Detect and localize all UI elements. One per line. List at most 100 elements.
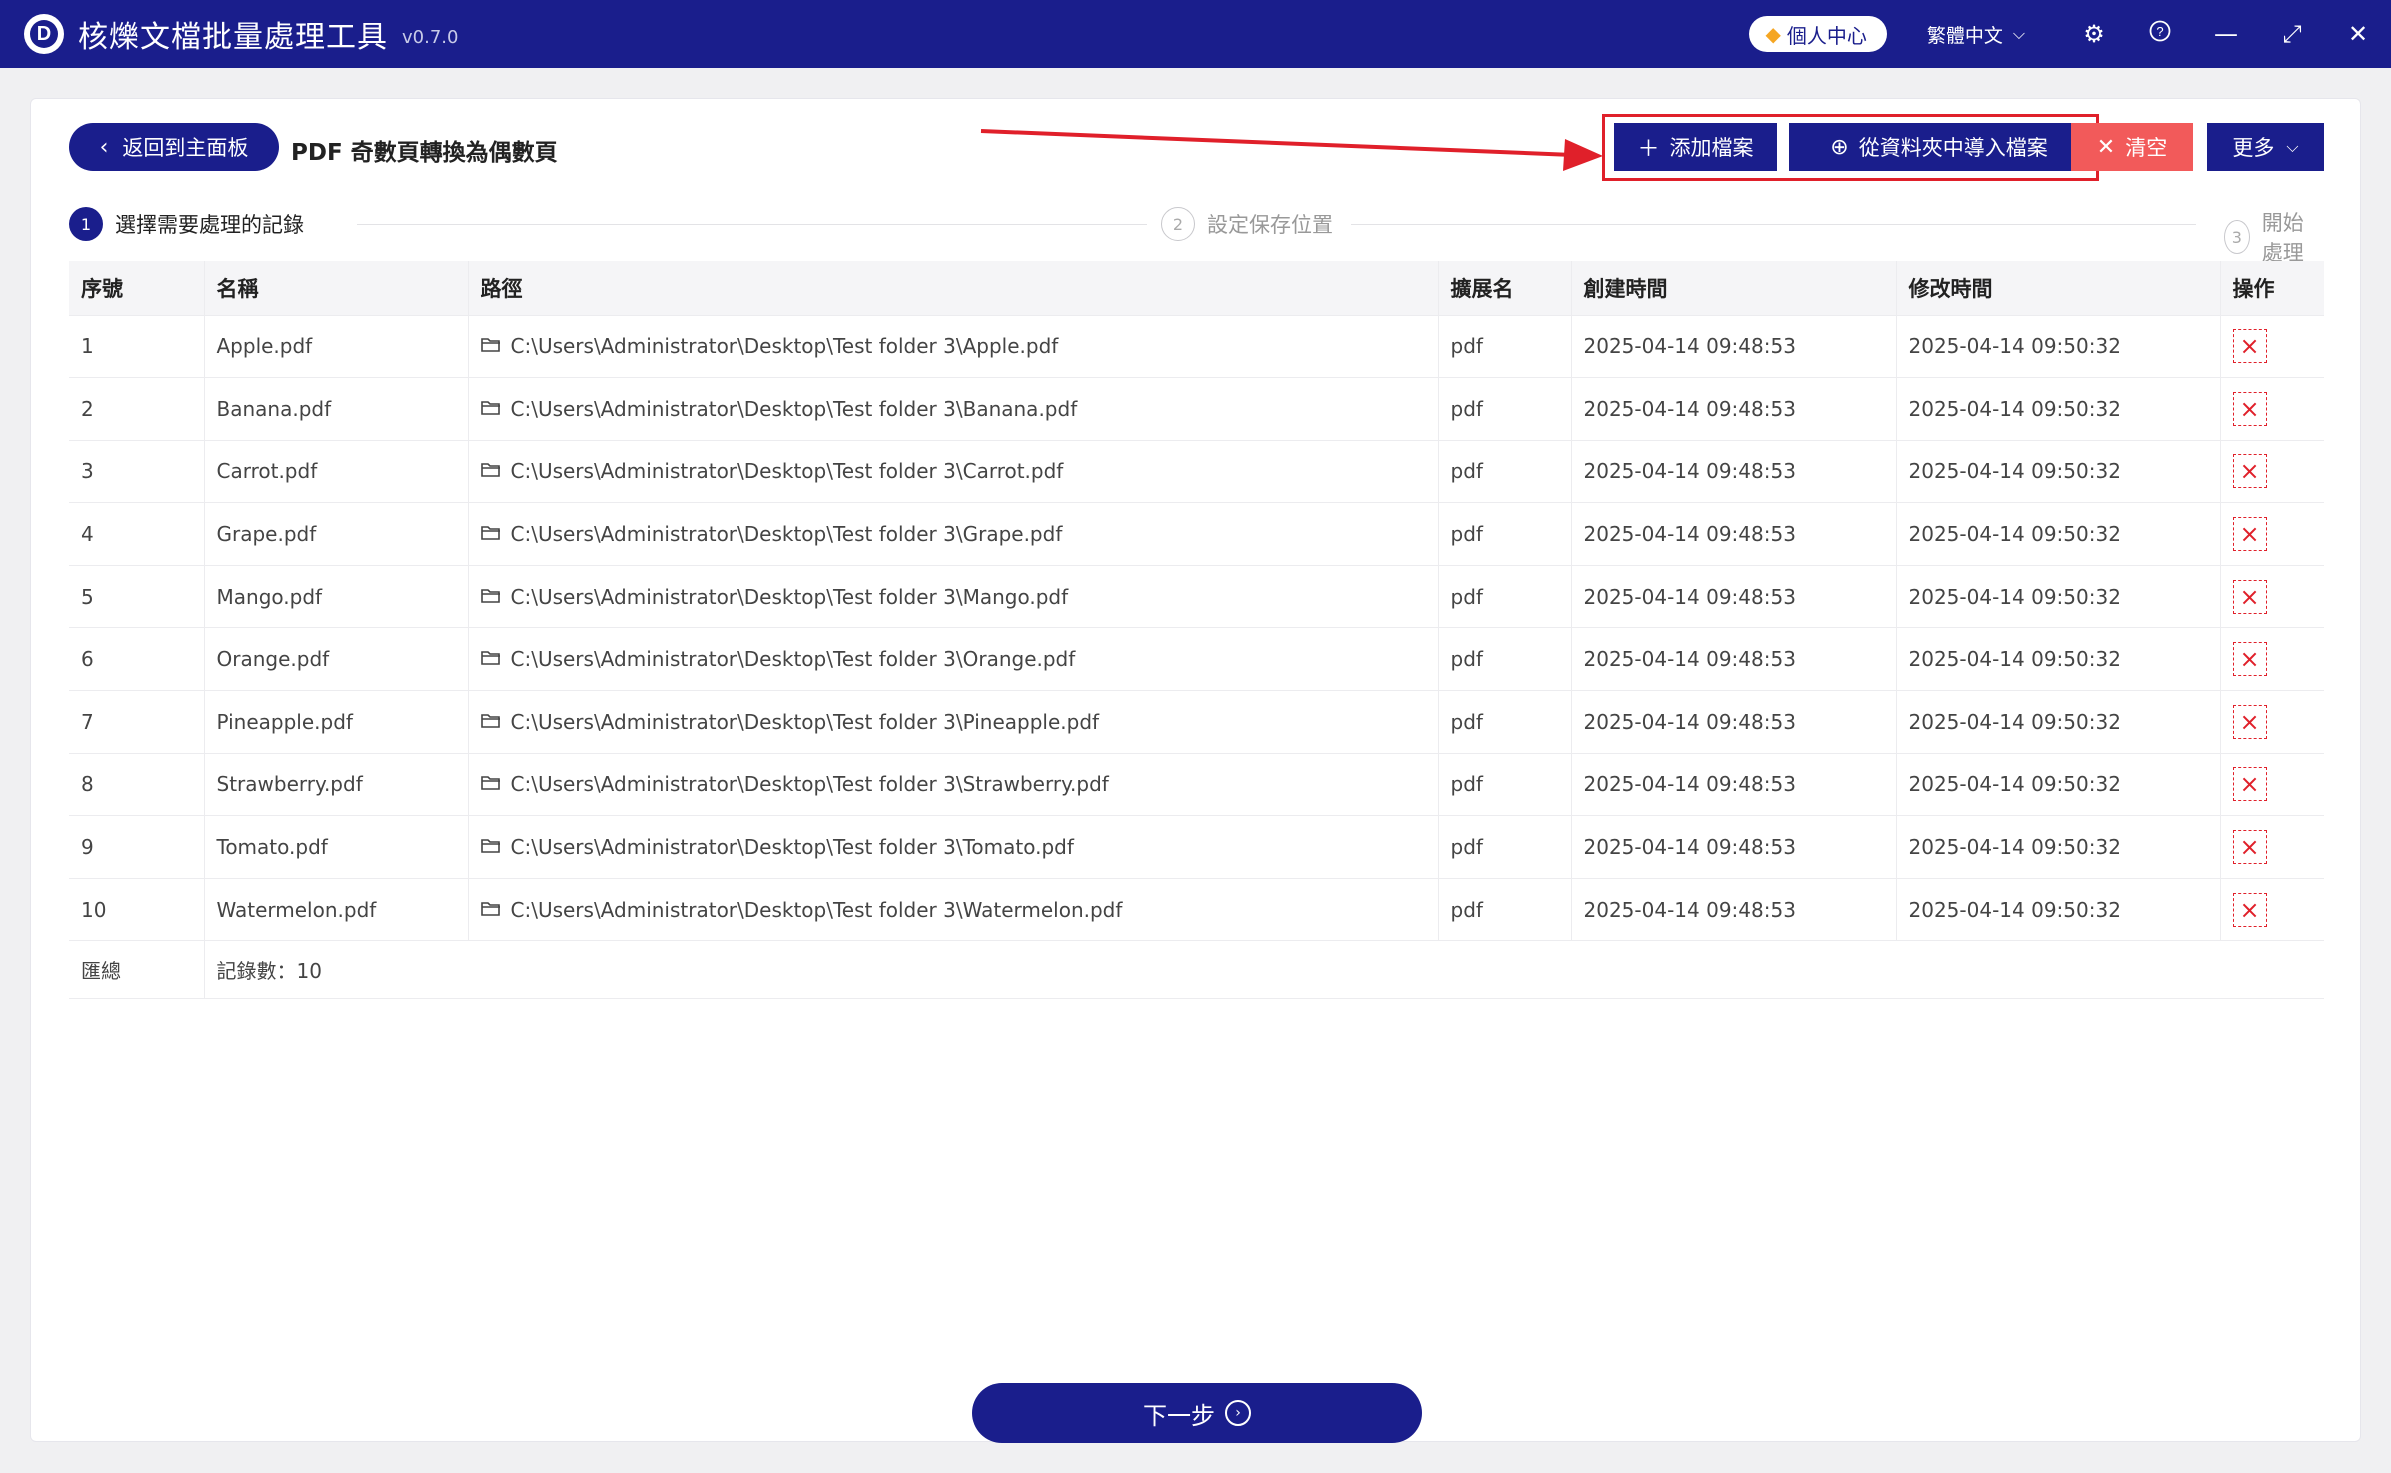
gear-icon[interactable]: ⚙ [2061,20,2127,48]
cell-ext: pdf [1438,565,1572,629]
path-text: C:\Users\Administrator\Desktop\Test fold… [510,835,1074,860]
add-file-button[interactable]: ＋ 添加檔案 [1614,123,1777,171]
file-table: 序號 名稱 路徑 擴展名 創建時間 修改時間 操作 1 Apple.pdf C:\U… [69,261,2324,1000]
delete-icon[interactable]: × [2232,517,2267,552]
cell-index: 1 [69,314,205,379]
table-row: 7 Pineapple.pdf C:\Users\Administrator\Des… [69,690,2324,754]
cell-index: 3 [69,440,205,504]
delete-icon[interactable]: × [2232,704,2267,739]
path-text: C:\Users\Administrator\Desktop\Test fold… [510,522,1063,547]
cell-name: Mango.pdf [204,565,469,629]
more-button[interactable]: 更多 ⌵ [2207,123,2324,171]
cell-created: 2025-04-14 09:48:53 [1571,627,1897,692]
delete-icon[interactable]: × [2232,454,2267,489]
delete-icon[interactable]: × [2232,767,2267,802]
back-label: 返回到主面板 [122,136,249,160]
cell-action: × [2220,690,2324,754]
language-label: 繁體中文 [1926,24,2003,47]
delete-icon[interactable]: × [2232,579,2267,614]
step-number: 2 [1161,207,1195,241]
cell-index: 8 [69,753,205,817]
user-center-label: 個人中心 [1786,23,1867,48]
col-header-name: 名稱 [204,261,469,315]
user-center-button[interactable]: ◆ 個人中心 [1749,16,1887,52]
close-icon[interactable]: ✕ [2325,20,2391,48]
cell-action: × [2220,314,2324,379]
step-2: 2 設定保存位置 [1161,207,1333,241]
cell-index: 6 [69,627,205,692]
cell-name: Carrot.pdf [204,440,469,504]
delete-icon[interactable]: × [2232,642,2267,677]
chevron-down-icon: ⌵ [2286,137,2299,156]
plus-icon: ＋ [1637,137,1660,162]
maximize-icon[interactable]: ⤢ [2259,20,2325,48]
folder-icon[interactable] [480,459,501,483]
delete-icon[interactable]: × [2232,830,2267,865]
cell-action: × [2220,377,2324,441]
path-text: C:\Users\Administrator\Desktop\Test fold… [510,709,1100,734]
cell-modified: 2025-04-14 09:50:32 [1896,878,2221,942]
cell-created: 2025-04-14 09:48:53 [1571,440,1897,504]
cell-index: 2 [69,377,205,441]
folder-icon[interactable] [480,772,501,796]
cell-action: × [2220,878,2324,942]
step-number: 1 [69,207,103,241]
delete-icon[interactable]: × [2232,329,2267,364]
cell-name: Banana.pdf [204,377,469,441]
cell-modified: 2025-04-14 09:50:32 [1896,565,2221,629]
next-step-label: 下一步 [1143,1401,1215,1430]
cell-name: Pineapple.pdf [204,690,469,754]
cell-path: C:\Users\Administrator\Desktop\Test fold… [468,377,1439,441]
step-divider [1351,224,2196,225]
table-row: 2 Banana.pdf C:\Users\Administrator\Deskto… [69,377,2324,441]
folder-icon[interactable] [480,334,501,358]
cell-index: 9 [69,815,205,879]
minimize-icon[interactable]: — [2193,20,2259,48]
back-to-main-button[interactable]: ‹ 返回到主面板 [69,123,279,171]
clear-button[interactable]: ✕ 清空 [2071,123,2193,171]
folder-icon[interactable] [480,835,501,859]
cell-path: C:\Users\Administrator\Desktop\Test fold… [468,502,1439,566]
folder-icon[interactable] [480,397,501,421]
title-bar: D 核爍文檔批量處理工具 v0.7.0 ◆ 個人中心 繁體中文 ⌵ ⚙ ? — … [0,0,2391,68]
next-step-button[interactable]: 下一步 › [972,1383,1422,1443]
cell-ext: pdf [1438,377,1572,441]
cell-index: 4 [69,502,205,566]
cell-name: Orange.pdf [204,627,469,692]
help-icon[interactable]: ? [2127,20,2193,48]
clear-label: 清空 [2125,136,2168,160]
cell-path: C:\Users\Administrator\Desktop\Test fold… [468,440,1439,504]
cell-index: 7 [69,690,205,754]
close-icon: ✕ [2096,134,2116,160]
import-folder-button[interactable]: ⊕ 從資料夾中導入檔案 [1789,123,2089,171]
cell-path: C:\Users\Administrator\Desktop\Test fold… [468,565,1439,629]
folder-icon[interactable] [480,710,501,734]
path-text: C:\Users\Administrator\Desktop\Test fold… [510,772,1109,797]
cell-action: × [2220,627,2324,692]
folder-icon[interactable] [480,585,501,609]
folder-icon[interactable] [480,898,501,922]
cell-created: 2025-04-14 09:48:53 [1571,377,1897,441]
more-label: 更多 [2232,136,2275,160]
cell-path: C:\Users\Administrator\Desktop\Test fold… [468,690,1439,754]
cell-ext: pdf [1438,878,1572,942]
language-select[interactable]: 繁體中文 ⌵ [1927,21,2025,48]
cell-ext: pdf [1438,690,1572,754]
cell-created: 2025-04-14 09:48:53 [1571,878,1897,942]
import-folder-label: 從資料夾中導入檔案 [1858,136,2048,160]
delete-icon[interactable]: × [2232,391,2267,426]
add-file-label: 添加檔案 [1669,136,1754,160]
delete-icon[interactable]: × [2232,892,2267,927]
cell-created: 2025-04-14 09:48:53 [1571,815,1897,879]
col-header-index: 序號 [69,261,205,315]
cell-modified: 2025-04-14 09:50:32 [1896,815,2221,879]
cell-ext: pdf [1438,627,1572,692]
gem-icon: ◆ [1765,22,1781,46]
folder-icon[interactable] [480,647,501,671]
path-text: C:\Users\Administrator\Desktop\Test fold… [510,647,1076,672]
cell-modified: 2025-04-14 09:50:32 [1896,502,2221,566]
step-number: 3 [2224,220,2250,254]
folder-icon[interactable] [480,522,501,546]
col-header-action: 操作 [2220,261,2324,315]
cell-action: × [2220,753,2324,817]
